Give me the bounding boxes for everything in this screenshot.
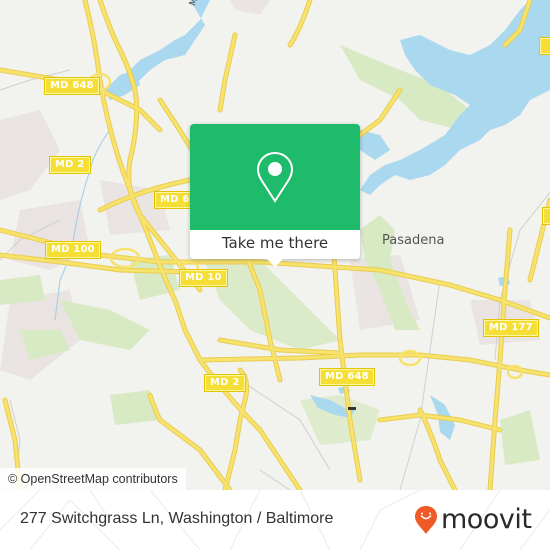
road-shield-md10: MD 10 — [180, 270, 227, 286]
road-shield-md2: MD 2 — [205, 375, 245, 391]
footer-bar: 277 Switchgrass Ln, Washington / Baltimo… — [0, 490, 550, 550]
road-shield-partial — [540, 38, 550, 54]
popup-header — [190, 124, 360, 230]
location-popup: Take me there — [190, 124, 360, 267]
popup-pointer — [266, 258, 284, 267]
road-shield-md2: MD 2 — [50, 157, 90, 173]
moovit-pin-icon — [415, 506, 437, 534]
dam-marker — [348, 407, 356, 410]
road-shield-md648: MD 648 — [45, 78, 99, 94]
map-attribution[interactable]: © OpenStreetMap contributors — [0, 468, 186, 490]
address-text: 277 Switchgrass Ln, Washington / Baltimo… — [20, 510, 334, 527]
moovit-wordmark: moovit — [441, 504, 532, 535]
take-me-there-button[interactable]: Take me there — [190, 230, 360, 259]
road-shield-md177: MD 177 — [484, 320, 538, 336]
map-pin-icon — [256, 151, 294, 203]
road-shield-md100: MD 100 — [46, 242, 100, 258]
place-label-pasadena: Pasadena — [382, 233, 445, 248]
road-shield-md648: MD 648 — [320, 369, 374, 385]
road-shield-partial — [543, 208, 550, 224]
moovit-logo[interactable]: moovit — [414, 502, 532, 538]
